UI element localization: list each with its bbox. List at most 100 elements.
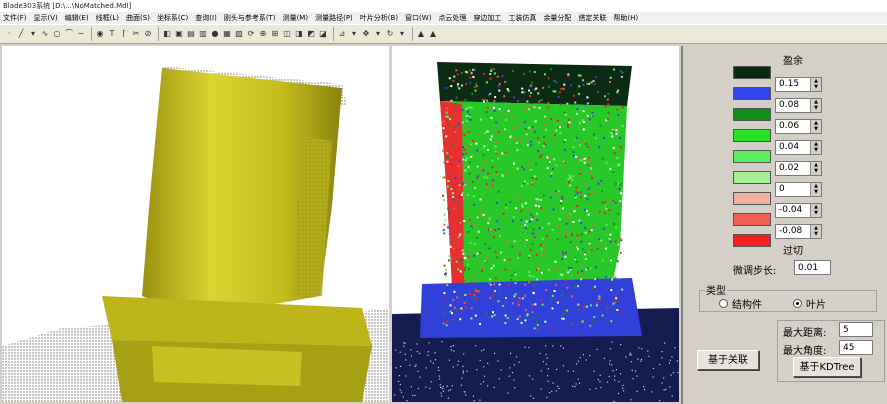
text-icon[interactable]: T	[107, 29, 117, 39]
spin-arrows-icon[interactable]: ▲ ▼	[810, 225, 821, 238]
cloud-point	[497, 190, 500, 193]
legend-threshold-input[interactable]: 0 ▲ ▼	[775, 182, 822, 197]
menu-item[interactable]: 搭定关联	[578, 12, 606, 24]
legend-threshold-input[interactable]: 0.04 ▲ ▼	[775, 140, 822, 155]
move-icon[interactable]: ✥	[361, 29, 371, 39]
refresh-icon[interactable]: ↻	[385, 29, 395, 39]
legend-threshold-input[interactable]: 0.15 ▲ ▼	[775, 77, 822, 92]
measure-icon[interactable]: ⊿	[337, 29, 347, 39]
cloud-point	[463, 353, 465, 355]
legend-threshold-input[interactable]: -0.04 ▲ ▼	[775, 203, 822, 218]
view-top-icon[interactable]: ◩	[306, 29, 316, 39]
line-tool-icon[interactable]: ╱	[16, 29, 26, 39]
spin-arrows-icon[interactable]: ▲ ▼	[810, 183, 821, 196]
cloud-point	[551, 299, 553, 302]
view-iso-icon[interactable]: ◪	[318, 29, 328, 39]
legend-swatch[interactable]	[733, 213, 771, 226]
legend-swatch[interactable]	[733, 234, 771, 247]
view-front-icon[interactable]: ◫	[282, 29, 292, 39]
box-icon[interactable]: ▥	[198, 29, 208, 39]
scissors-icon[interactable]: ✂	[131, 29, 141, 39]
menu-item[interactable]: 曲面(S)	[126, 12, 150, 24]
arc-tool-icon[interactable]: ⌒	[64, 29, 74, 39]
menu-item[interactable]: 查询(I)	[195, 12, 217, 24]
menu-item[interactable]: 坐标系(C)	[157, 12, 188, 24]
pan-icon[interactable]: ▧	[234, 29, 244, 39]
legend-swatch[interactable]	[733, 192, 771, 205]
spin-arrows-icon[interactable]: ▲ ▼	[810, 141, 821, 154]
legend-threshold-input[interactable]: 0.08 ▲ ▼	[775, 98, 822, 113]
max-distance-input[interactable]: 5	[839, 322, 873, 337]
cloud-point	[524, 293, 527, 296]
cloud-point	[489, 138, 492, 141]
blade-model-viewport[interactable]	[2, 46, 389, 402]
type-blade-radio[interactable]: 叶片	[793, 296, 826, 311]
deviation-map-viewport[interactable]	[392, 46, 679, 402]
cloud-point	[440, 386, 442, 388]
color-icon[interactable]: ●	[210, 29, 220, 39]
cloud-point	[406, 400, 408, 402]
legend-swatch[interactable]	[733, 87, 771, 100]
view-side-icon[interactable]: ◨	[294, 29, 304, 39]
menu-item[interactable]: 显示(V)	[34, 12, 58, 24]
legend-swatch[interactable]	[733, 66, 771, 79]
dropdown-icon[interactable]: ▾	[373, 29, 383, 39]
dropdown-icon[interactable]: ▾	[349, 29, 359, 39]
menu-item[interactable]: 余量分配	[543, 12, 571, 24]
dropdown-icon[interactable]: ▾	[397, 29, 407, 39]
spin-arrows-icon[interactable]: ▲ ▼	[810, 120, 821, 133]
spin-arrows-icon[interactable]: ▲ ▼	[810, 99, 821, 112]
zoom-icon[interactable]: ⊕	[258, 29, 268, 39]
spin-arrows-icon[interactable]: ▲ ▼	[810, 162, 821, 175]
menu-item[interactable]: 刚头与参考系(T)	[224, 12, 276, 24]
menu-item[interactable]: 点云处理	[438, 12, 466, 24]
kdtree-match-button[interactable]: 基于KDTree	[793, 357, 861, 377]
menu-item[interactable]: 帮助(H)	[613, 12, 638, 24]
menu-item[interactable]: 工装仿真	[508, 12, 536, 24]
menu-item[interactable]: 测量(M)	[283, 12, 309, 24]
wire-icon[interactable]: ▣	[174, 29, 184, 39]
type-structure-radio[interactable]: 结构件	[719, 296, 762, 311]
circle-tool-icon[interactable]: ○	[52, 29, 62, 39]
max-angle-input[interactable]: 45	[839, 340, 873, 355]
shade-icon[interactable]: ◧	[162, 29, 172, 39]
associate-match-button[interactable]: 基于关联	[697, 350, 759, 370]
cloud-point	[434, 352, 436, 354]
menu-item[interactable]: 测量路径(P)	[315, 12, 353, 24]
bracket-icon[interactable]: ⌈	[119, 29, 129, 39]
zoom-window-icon[interactable]: ⊞	[270, 29, 280, 39]
legend-threshold-input[interactable]: 0.06 ▲ ▼	[775, 119, 822, 134]
menu-item[interactable]: 叶片分析(B)	[360, 12, 398, 24]
spline-tool-icon[interactable]: ∼	[76, 29, 86, 39]
menu-item[interactable]: 文件(F)	[3, 12, 27, 24]
legend-swatch[interactable]	[733, 129, 771, 142]
point-tool-icon[interactable]: ·	[4, 29, 14, 39]
spin-arrows-icon[interactable]: ▲ ▼	[810, 78, 821, 91]
cloud-point	[587, 102, 589, 105]
menu-item[interactable]: 编辑(E)	[65, 12, 89, 24]
rotate-icon[interactable]: ⟳	[246, 29, 256, 39]
legend-swatch[interactable]	[733, 108, 771, 121]
legend-threshold-input[interactable]: -0.08 ▲ ▼	[775, 224, 822, 239]
dropdown-icon[interactable]: ▾	[28, 29, 38, 39]
select-icon[interactable]: ◉	[95, 29, 105, 39]
cloud-point	[514, 387, 516, 389]
cloud-point	[513, 364, 516, 366]
step-input[interactable]: 0.01	[794, 260, 831, 275]
alert-icon[interactable]: ▲	[428, 29, 438, 39]
cube-icon[interactable]: ▤	[186, 29, 196, 39]
legend-threshold-input[interactable]: 0.02 ▲ ▼	[775, 161, 822, 176]
legend-swatch[interactable]	[733, 171, 771, 184]
menu-item[interactable]: 穿边加工	[473, 12, 501, 24]
legend-swatch[interactable]	[733, 150, 771, 163]
link-icon[interactable]: ⊘	[143, 29, 153, 39]
menu-item[interactable]: 窗口(W)	[405, 12, 431, 24]
lock-icon[interactable]: ▲	[416, 29, 426, 39]
spin-arrows-icon[interactable]: ▲ ▼	[810, 204, 821, 217]
cloud-point	[511, 245, 514, 248]
menu-item[interactable]: 线框(L)	[96, 12, 119, 24]
cloud-point	[530, 169, 533, 171]
fit-icon[interactable]: ▦	[222, 29, 232, 39]
curve-tool-icon[interactable]: ∿	[40, 29, 50, 39]
cloud-point	[492, 179, 495, 182]
